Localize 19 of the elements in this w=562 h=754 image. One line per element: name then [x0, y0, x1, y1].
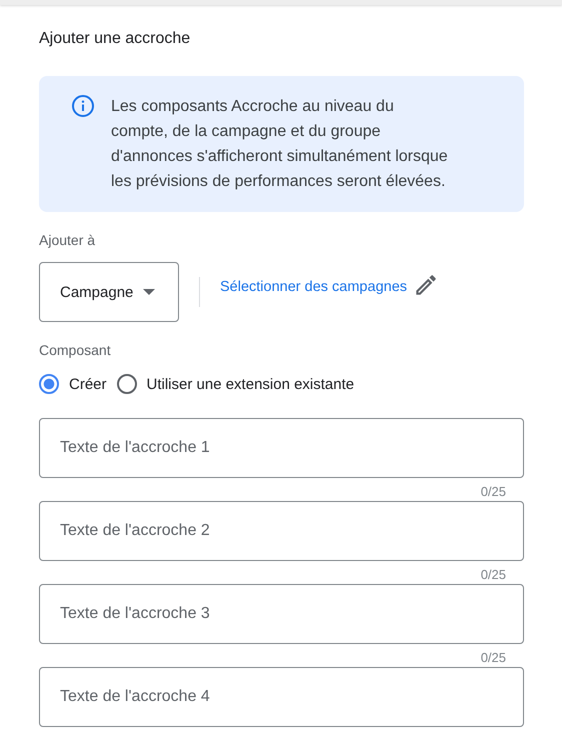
input-field[interactable]: Texte de l'accroche 2 [39, 501, 524, 561]
radio-label[interactable]: Créer [69, 376, 107, 392]
field-label: Ajouter à [39, 232, 96, 250]
radio-button[interactable] [116, 374, 137, 394]
select-campaigns-link[interactable]: Sélectionner des campagnes [220, 279, 408, 295]
character-counter: 0/25 [480, 485, 506, 501]
input-field[interactable]: Texte de l'accroche 4 [39, 667, 524, 727]
caret-icon [143, 289, 156, 295]
radio-button[interactable] [39, 374, 59, 394]
input-field[interactable]: Texte de l'accroche 1 [39, 418, 524, 478]
campaign-dropdown[interactable]: Campagne [39, 262, 179, 322]
radio-label[interactable]: Utiliser une extension existante [146, 376, 354, 392]
character-counter: 0/25 [480, 651, 506, 667]
input-field[interactable]: Texte de l'accroche 3 [39, 584, 524, 644]
character-counter: 0/25 [480, 568, 506, 584]
dialog-title: Ajouter une accroche [39, 30, 192, 49]
field-label: Composant [39, 342, 112, 360]
info-text: Les composants Accroche au niveau du compte, de la campagne et du groupe d'annonces s'afficheront simultanément lorsque les prévisions de performances seront élevées. [111, 97, 449, 192]
info-icon [71, 94, 95, 118]
